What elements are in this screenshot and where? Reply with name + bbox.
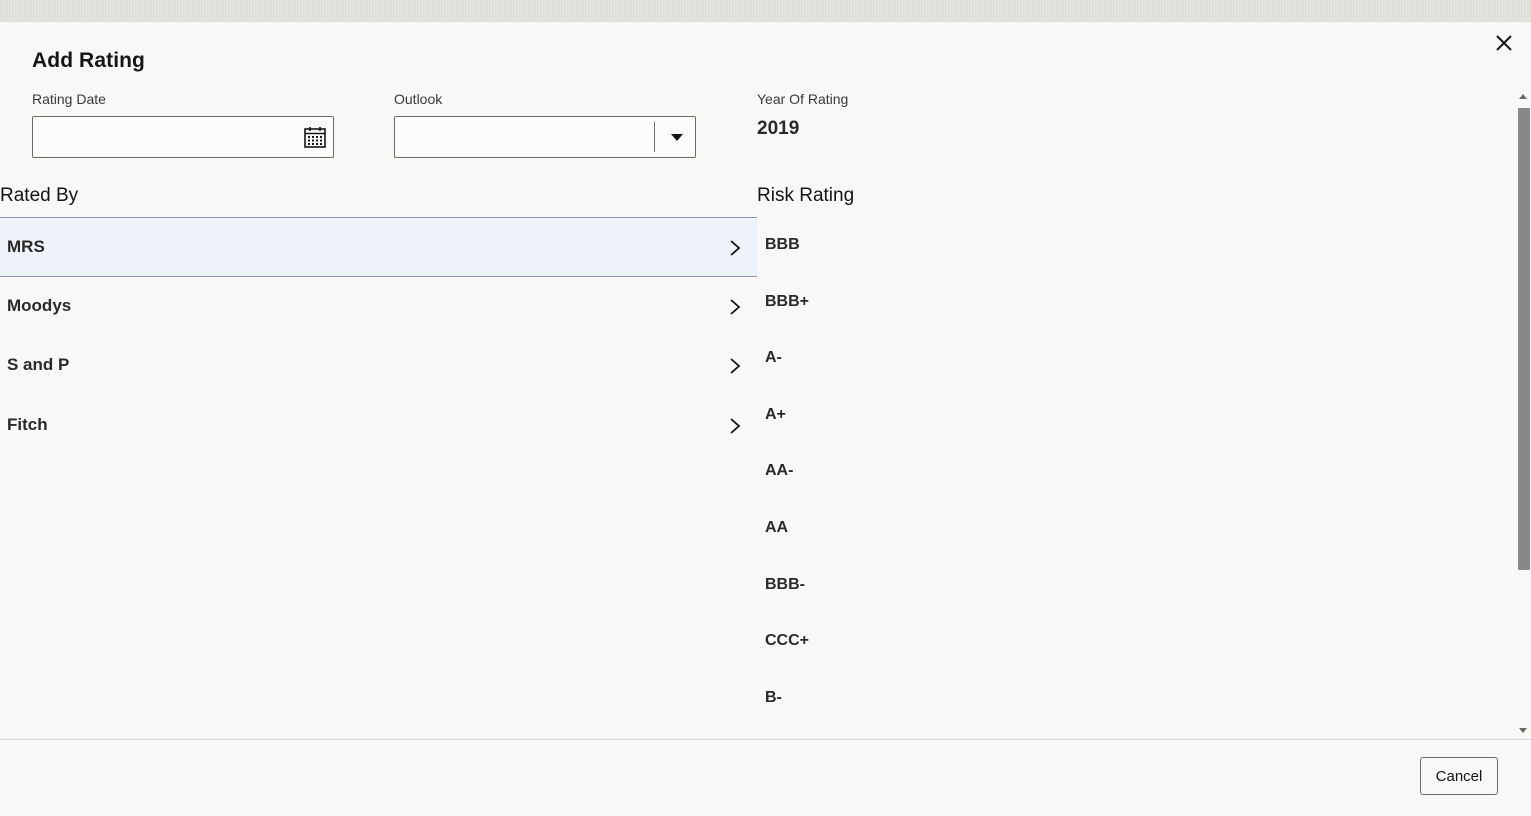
scrollbar-thumb[interactable] [1518, 108, 1530, 570]
rated-by-item-moodys[interactable]: Moodys [0, 277, 757, 337]
risk-rating-label: AA [765, 518, 789, 536]
risk-rating-label: AA- [765, 462, 794, 480]
rated-by-list: MRS Moodys S and P Fitch [0, 217, 757, 455]
risk-rating-item[interactable]: BBB- [757, 557, 1357, 614]
risk-rating-label: BBB+ [765, 292, 810, 310]
rated-by-item-label: Fitch [7, 414, 48, 434]
risk-rating-label: B- [765, 688, 782, 706]
rating-date-input[interactable] [32, 116, 334, 158]
year-of-rating-label: Year Of Rating [757, 91, 849, 107]
outlook-separator [654, 122, 655, 152]
risk-rating-label: A- [765, 349, 782, 367]
outlook-select[interactable] [394, 116, 696, 158]
risk-rating-item[interactable]: A+ [757, 387, 1357, 444]
year-of-rating-value: 2019 [757, 118, 800, 139]
outlook-label: Outlook [394, 91, 443, 107]
risk-rating-item[interactable]: BBB [757, 217, 1357, 274]
rated-by-item-mrs[interactable]: MRS [0, 217, 757, 277]
cancel-button[interactable]: Cancel [1420, 757, 1498, 795]
add-rating-dialog: Add Rating Rating Date Outlook Year Of R… [0, 22, 1531, 816]
risk-rating-item[interactable]: AA- [757, 443, 1357, 500]
risk-rating-label: BBB [765, 236, 800, 253]
close-icon [1496, 35, 1512, 51]
rated-by-item-label: S and P [7, 355, 70, 374]
risk-rating-heading: Risk Rating [757, 185, 855, 206]
chevron-right-icon [730, 417, 741, 434]
background-page-strip [0, 0, 1531, 22]
dialog-title: Add Rating [32, 49, 145, 72]
vertical-scrollbar[interactable] [1516, 92, 1531, 742]
rated-by-item-fitch[interactable]: Fitch [0, 396, 757, 456]
risk-rating-item[interactable]: BBB+ [757, 274, 1357, 331]
footer-divider [0, 739, 1531, 740]
risk-rating-item[interactable]: A- [757, 330, 1357, 387]
calendar-icon[interactable] [303, 125, 327, 149]
rating-date-label: Rating Date [32, 91, 106, 107]
risk-rating-item[interactable]: CCC+ [757, 613, 1357, 670]
risk-rating-list: BBB BBB+ A- A+ AA- AA BBB- CCC+ B- [757, 217, 1357, 726]
scroll-down-arrow-icon[interactable] [1519, 728, 1527, 733]
rated-by-item-s-and-p[interactable]: S and P [0, 336, 757, 396]
chevron-right-icon [730, 358, 741, 374]
rated-by-item-label: Moodys [7, 295, 72, 315]
risk-rating-label: BBB- [765, 575, 805, 593]
risk-rating-item[interactable]: B- [757, 670, 1357, 727]
risk-rating-item[interactable]: AA [757, 500, 1357, 557]
chevron-right-icon [730, 240, 741, 256]
chevron-down-icon[interactable] [669, 131, 685, 143]
scroll-up-arrow-icon[interactable] [1519, 94, 1527, 99]
rated-by-item-label: MRS [7, 237, 45, 256]
close-button[interactable] [1491, 30, 1517, 56]
rated-by-heading: Rated By [0, 185, 79, 206]
risk-rating-label: A+ [765, 405, 786, 423]
chevron-right-icon [730, 298, 741, 315]
risk-rating-label: CCC+ [765, 632, 810, 650]
